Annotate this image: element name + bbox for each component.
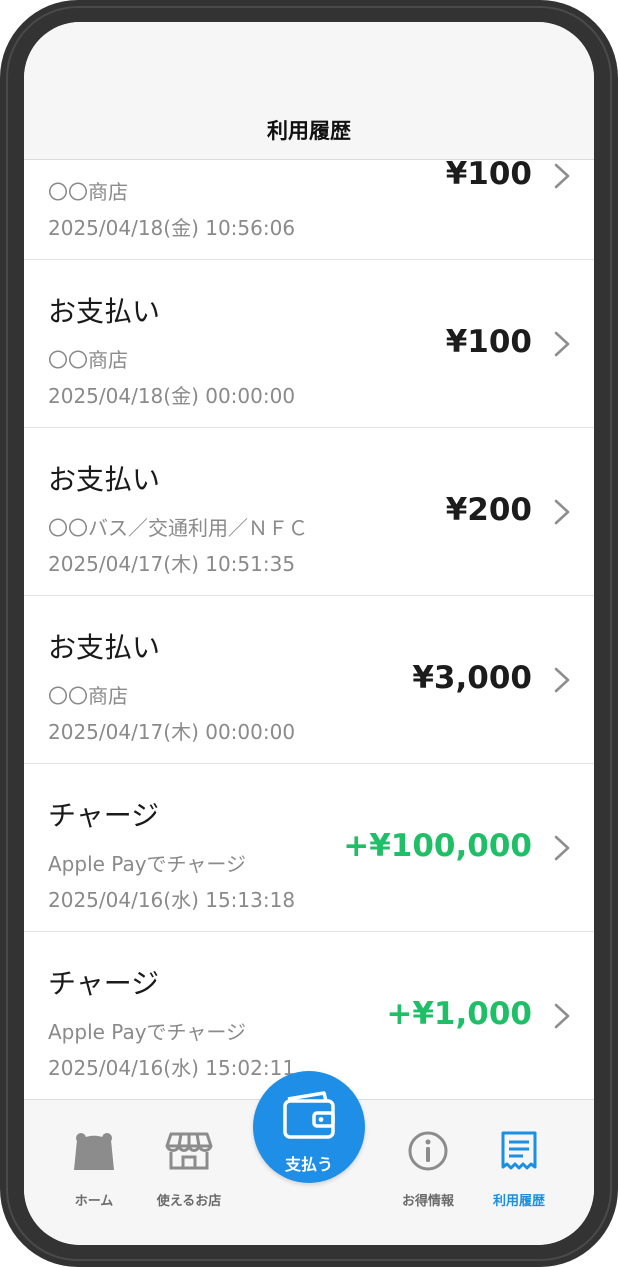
transaction-merchant: Apple Payでチャージ [48,852,246,876]
chevron-right-icon [554,1003,570,1029]
phone-frame: 〇〇商店 2025/04/18(金) 10:56:06 ¥100 お支払い 〇〇… [0,0,618,1267]
transaction-row[interactable]: チャージ Apple Payでチャージ 2025/04/16(水) 15:13:… [24,764,594,932]
tab-label: ホーム [74,1194,114,1209]
chevron-right-icon [554,835,570,861]
transaction-title: チャージ [48,799,160,832]
page-title: 利用履歴 [267,119,351,143]
tab-label: 利用履歴 [492,1194,545,1209]
transaction-date: 2025/04/16(水) 15:13:18 [48,888,296,912]
tab-home[interactable]: ホーム [39,1100,149,1220]
transaction-row[interactable]: お支払い 〇〇商店 2025/04/17(木) 00:00:00 ¥3,000 [24,596,594,764]
chevron-right-icon [554,667,570,693]
phone-screen: 〇〇商店 2025/04/18(金) 10:56:06 ¥100 お支払い 〇〇… [24,22,594,1245]
transaction-date: 2025/04/18(金) 10:56:06 [48,216,296,240]
transaction-title: お支払い [48,295,161,328]
home-icon [74,1133,114,1170]
chevron-right-icon [554,331,570,357]
transaction-row[interactable]: お支払い 〇〇商店 2025/04/18(金) 00:00:00 ¥100 [24,260,594,428]
transaction-merchant: 〇〇バス／交通利用／ＮＦＣ [48,516,308,540]
transaction-date: 2025/04/17(木) 00:00:00 [48,720,296,744]
transaction-merchant: 〇〇商店 [48,180,128,204]
transaction-row[interactable]: お支払い 〇〇バス／交通利用／ＮＦＣ 2025/04/17(木) 10:51:3… [24,428,594,596]
transaction-title: お支払い [48,631,161,664]
store-icon [165,1132,213,1170]
transaction-date: 2025/04/18(金) 00:00:00 [48,384,296,408]
transaction-title: お支払い [48,463,161,496]
tab-stores[interactable]: 使えるお店 [134,1100,244,1220]
tab-label: 使えるお店 [156,1194,222,1209]
transaction-amount: +¥1,000 [386,996,532,1032]
receipt-icon [501,1131,537,1170]
transaction-title: チャージ [48,967,160,1000]
transaction-merchant: 〇〇商店 [48,348,128,372]
transaction-amount: ¥100 [445,324,532,360]
chevron-right-icon [554,499,570,525]
transaction-merchant: Apple Payでチャージ [48,1020,246,1044]
transaction-amount: ¥200 [445,492,532,528]
nav-header: 利用履歴 [24,22,594,160]
transaction-merchant: 〇〇商店 [48,684,128,708]
chevron-right-icon [554,163,570,189]
transaction-amount: +¥100,000 [343,828,532,864]
pay-button[interactable]: 支払う [253,1071,365,1183]
wallet-icon [283,1091,335,1139]
transaction-amount: ¥100 [445,156,532,192]
transaction-amount: ¥3,000 [412,660,532,696]
pay-button-label: 支払う [284,1155,333,1174]
info-icon [408,1131,448,1171]
tab-history[interactable]: 利用履歴 [464,1100,574,1220]
transaction-date: 2025/04/16(水) 15:02:11 [48,1056,296,1080]
transaction-date: 2025/04/17(木) 10:51:35 [48,552,296,576]
